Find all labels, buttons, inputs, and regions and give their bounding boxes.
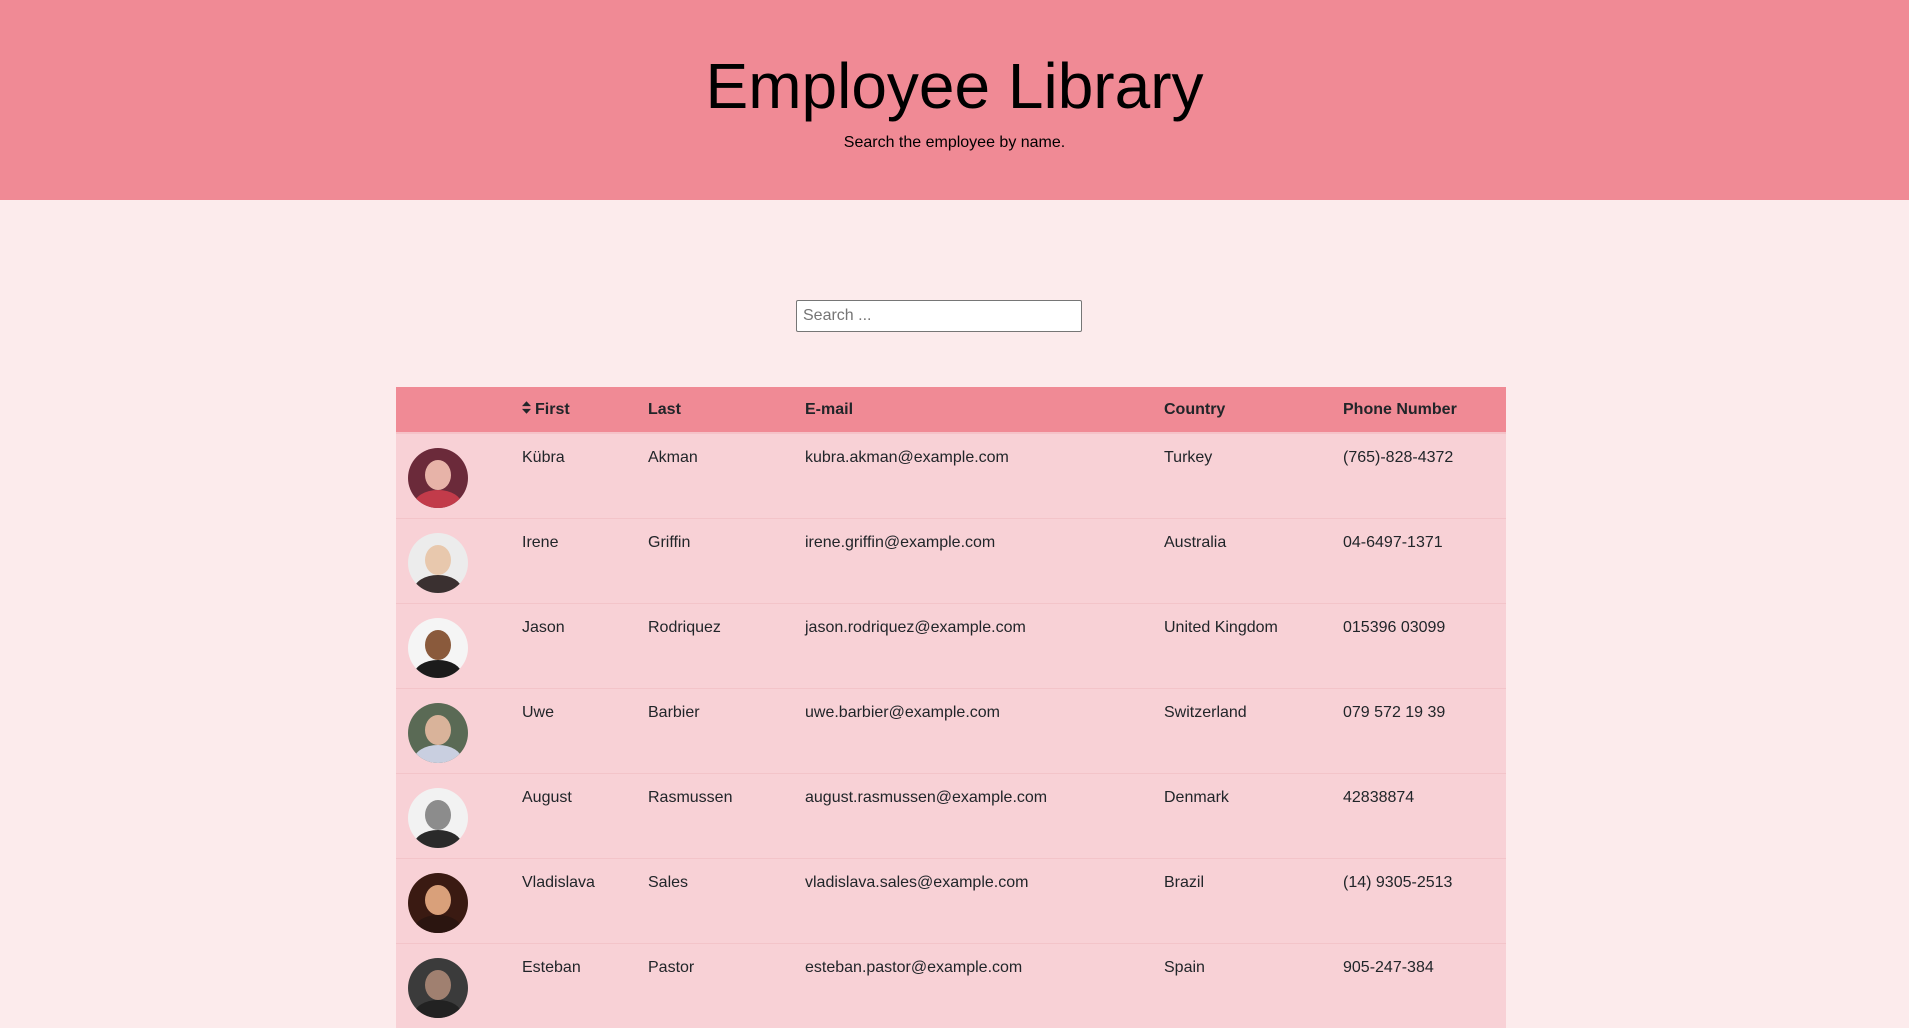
avatar-cell <box>396 688 510 773</box>
country-cell: United Kingdom <box>1164 618 1278 636</box>
phone-cell: 015396 03099 <box>1343 618 1446 636</box>
column-header-last: Last <box>636 387 793 434</box>
avatar <box>408 617 468 678</box>
column-header-country: Country <box>1152 387 1331 434</box>
email-cell: uwe.barbier@example.com <box>805 703 1000 721</box>
country-cell: Turkey <box>1164 449 1213 466</box>
page-title: Employee Library <box>705 50 1204 122</box>
column-header-image <box>396 387 510 434</box>
last-name-cell: Barbier <box>648 703 700 721</box>
last-name-cell: Griffin <box>648 533 691 551</box>
table-row: Esteban Pastor esteban.pastor@example.co… <box>396 943 1506 1028</box>
last-name-cell: Akman <box>648 449 698 466</box>
phone-cell: 42838874 <box>1343 788 1415 806</box>
email-cell: esteban.pastor@example.com <box>805 958 1023 976</box>
phone-cell: 905-247-384 <box>1343 958 1434 976</box>
country-cell: Australia <box>1164 533 1227 551</box>
table-row: Vladislava Sales vladislava.sales@exampl… <box>396 858 1506 943</box>
email-cell: kubra.akman@example.com <box>805 449 1009 466</box>
first-name-cell: Irene <box>522 533 559 551</box>
avatar <box>408 957 468 1018</box>
avatar-cell <box>396 943 510 1028</box>
avatar <box>408 702 468 763</box>
email-cell: irene.griffin@example.com <box>805 533 996 551</box>
last-name-cell: Rasmussen <box>648 788 733 806</box>
avatar <box>408 448 468 508</box>
country-cell: Spain <box>1164 958 1205 976</box>
avatar-cell <box>396 773 510 858</box>
table-row: August Rasmussen august.rasmussen@exampl… <box>396 773 1506 858</box>
search-container <box>796 300 1082 332</box>
first-name-cell: Kübra <box>522 449 565 466</box>
column-header-first-label: First <box>535 400 570 418</box>
table-row: Irene Griffin irene.griffin@example.com … <box>396 518 1506 603</box>
phone-cell: 079 572 19 39 <box>1343 703 1446 721</box>
table-row: Jason Rodriquez jason.rodriquez@example.… <box>396 603 1506 688</box>
page-header: Employee Library Search the employee by … <box>0 0 1909 200</box>
table-row: Kübra Akman kubra.akman@example.com Turk… <box>396 433 1506 518</box>
avatar <box>408 872 468 933</box>
table-body: Kübra Akman kubra.akman@example.com Turk… <box>396 433 1506 1028</box>
column-header-email: E-mail <box>793 387 1152 434</box>
email-cell: august.rasmussen@example.com <box>805 788 1048 806</box>
first-name-cell: Jason <box>522 618 565 636</box>
employee-table: First Last E-mail Country Phone Number K… <box>396 387 1506 1028</box>
last-name-cell: Sales <box>648 873 689 891</box>
avatar-cell <box>396 433 510 518</box>
employee-table-container: First Last E-mail Country Phone Number K… <box>396 387 1506 1028</box>
first-name-cell: Uwe <box>522 703 555 721</box>
sort-icon[interactable] <box>522 400 531 414</box>
phone-cell: (765)-828-4372 <box>1343 449 1454 466</box>
phone-cell: (14) 9305-2513 <box>1343 873 1453 891</box>
avatar-cell <box>396 603 510 688</box>
avatar <box>408 532 468 593</box>
email-cell: jason.rodriquez@example.com <box>805 618 1026 636</box>
first-name-cell: Esteban <box>522 958 581 976</box>
first-name-cell: Vladislava <box>522 873 595 891</box>
avatar <box>408 787 468 848</box>
column-header-first[interactable]: First <box>510 387 636 434</box>
page-subtitle: Search the employee by name. <box>843 134 1066 151</box>
avatar-cell <box>396 858 510 943</box>
last-name-cell: Rodriquez <box>648 618 721 636</box>
avatar-cell <box>396 518 510 603</box>
phone-cell: 04-6497-1371 <box>1343 533 1443 551</box>
last-name-cell: Pastor <box>648 958 695 976</box>
email-cell: vladislava.sales@example.com <box>805 873 1029 891</box>
country-cell: Switzerland <box>1164 703 1247 721</box>
first-name-cell: August <box>522 788 572 806</box>
table-header-row: First Last E-mail Country Phone Number <box>396 387 1506 434</box>
column-header-phone: Phone Number <box>1331 387 1506 434</box>
country-cell: Brazil <box>1164 873 1205 891</box>
table-row: Uwe Barbier uwe.barbier@example.com Swit… <box>396 688 1506 773</box>
search-input[interactable] <box>796 300 1082 332</box>
country-cell: Denmark <box>1164 788 1229 806</box>
